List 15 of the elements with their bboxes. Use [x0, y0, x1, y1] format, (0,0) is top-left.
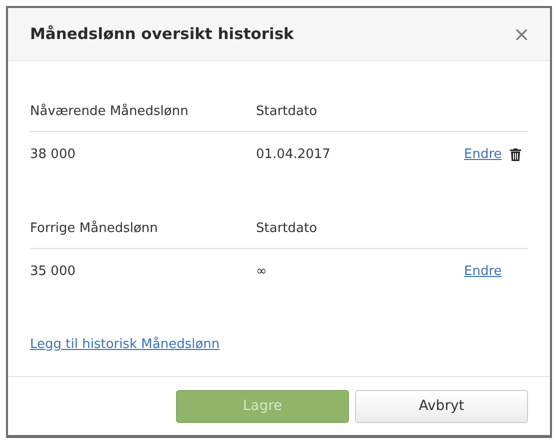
start-date: ∞ [256, 264, 267, 278]
column-header: Nåværende Månedslønn [30, 104, 190, 118]
edit-link[interactable]: Endre [464, 264, 502, 278]
edit-link[interactable]: Endre [464, 146, 502, 162]
column-header: Forrige Månedslønn [30, 220, 159, 236]
close-button[interactable]: × [513, 22, 530, 46]
salary-amount: 35 000 [30, 264, 76, 278]
start-date: 01.04.2017 [256, 146, 330, 162]
add-history-link[interactable]: Legg til historisk Månedslønn [30, 337, 220, 352]
trash-icon[interactable] [510, 148, 521, 160]
salary-amount: 38 000 [30, 146, 76, 162]
column-header: Startdato [256, 104, 318, 118]
dialog-title: Månedslønn oversikt historisk [30, 25, 294, 43]
column-header: Startdato [256, 220, 318, 236]
cancel-button[interactable]: Avbryt [355, 390, 528, 422]
